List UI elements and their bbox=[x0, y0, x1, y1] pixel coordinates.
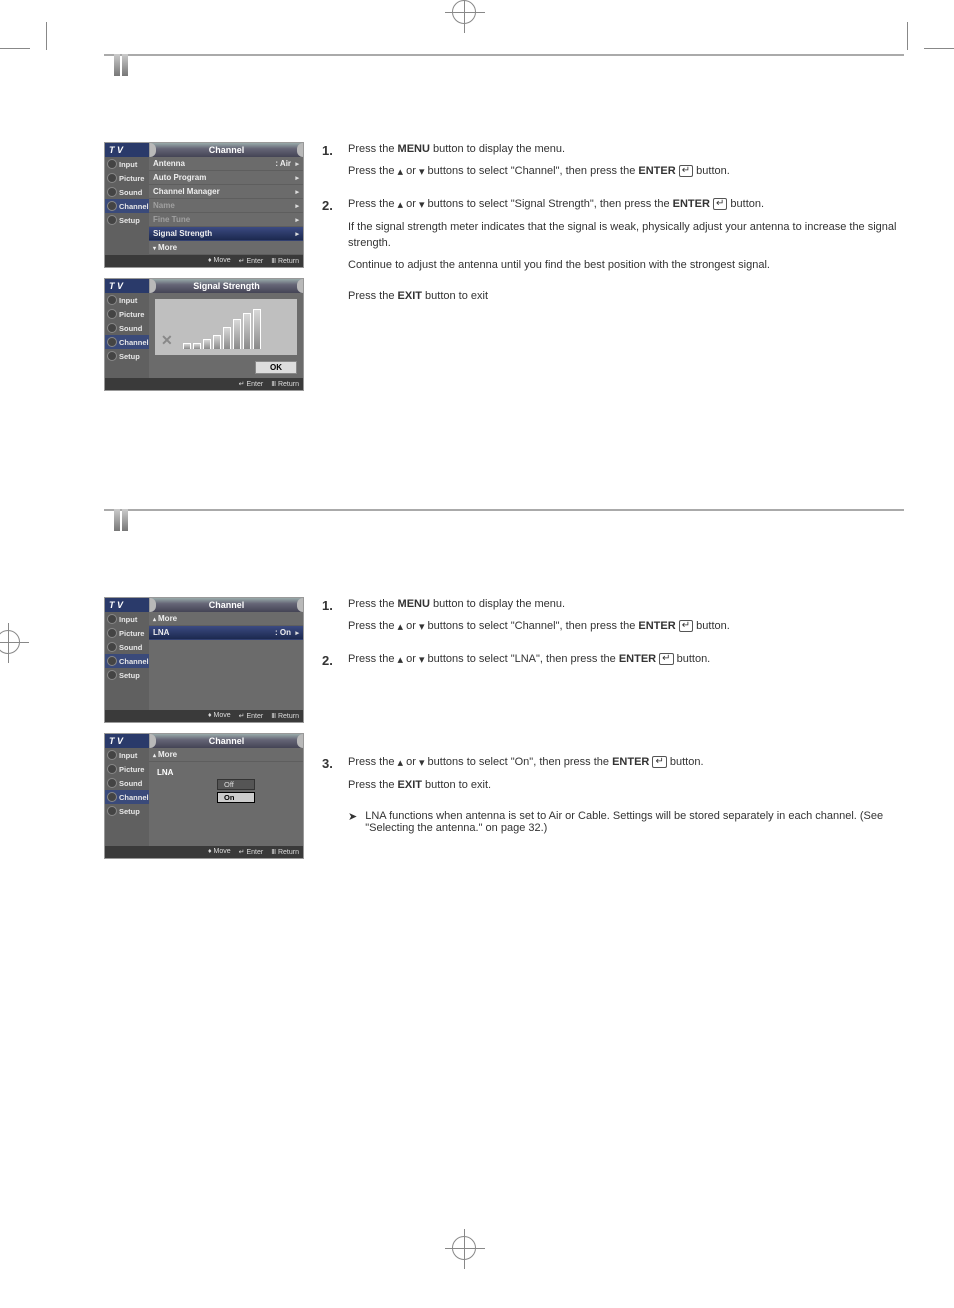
antenna-icon: ✕ bbox=[161, 332, 173, 349]
osd-lna-menu: T V Channel Input Picture Sound Channel … bbox=[104, 597, 304, 723]
osd-lna-options: T V Channel Input Picture Sound Channel … bbox=[104, 733, 304, 859]
note: LNA functions when antenna is set to Air… bbox=[348, 810, 904, 834]
signal-bars: ✕ bbox=[155, 299, 297, 355]
osd-tv-label: T V bbox=[105, 143, 149, 157]
lna-option-off[interactable]: Off bbox=[217, 779, 255, 790]
step-number: 1. bbox=[322, 142, 348, 187]
section-divider bbox=[104, 54, 904, 82]
osd-footer: ♦ Move ↵ Enter Ⅲ Return bbox=[105, 255, 303, 267]
osd-title: Channel bbox=[149, 143, 303, 157]
osd-signal-strength: T V Signal Strength Input Picture Sound … bbox=[104, 278, 304, 391]
instructions-section2: 1. Press the MENU button to display the … bbox=[322, 597, 904, 859]
instructions-section1: 1. Press the MENU button to display the … bbox=[322, 142, 904, 391]
osd-channel-menu: T V Channel Input Picture Sound Channel … bbox=[104, 142, 304, 268]
lna-option-on[interactable]: On bbox=[217, 792, 255, 803]
section-divider bbox=[104, 509, 904, 537]
enter-icon bbox=[679, 165, 693, 177]
note-bullet-icon bbox=[348, 810, 357, 834]
ok-button[interactable]: OK bbox=[255, 361, 297, 374]
osd-sidebar: Input Picture Sound Channel Setup bbox=[105, 157, 149, 255]
